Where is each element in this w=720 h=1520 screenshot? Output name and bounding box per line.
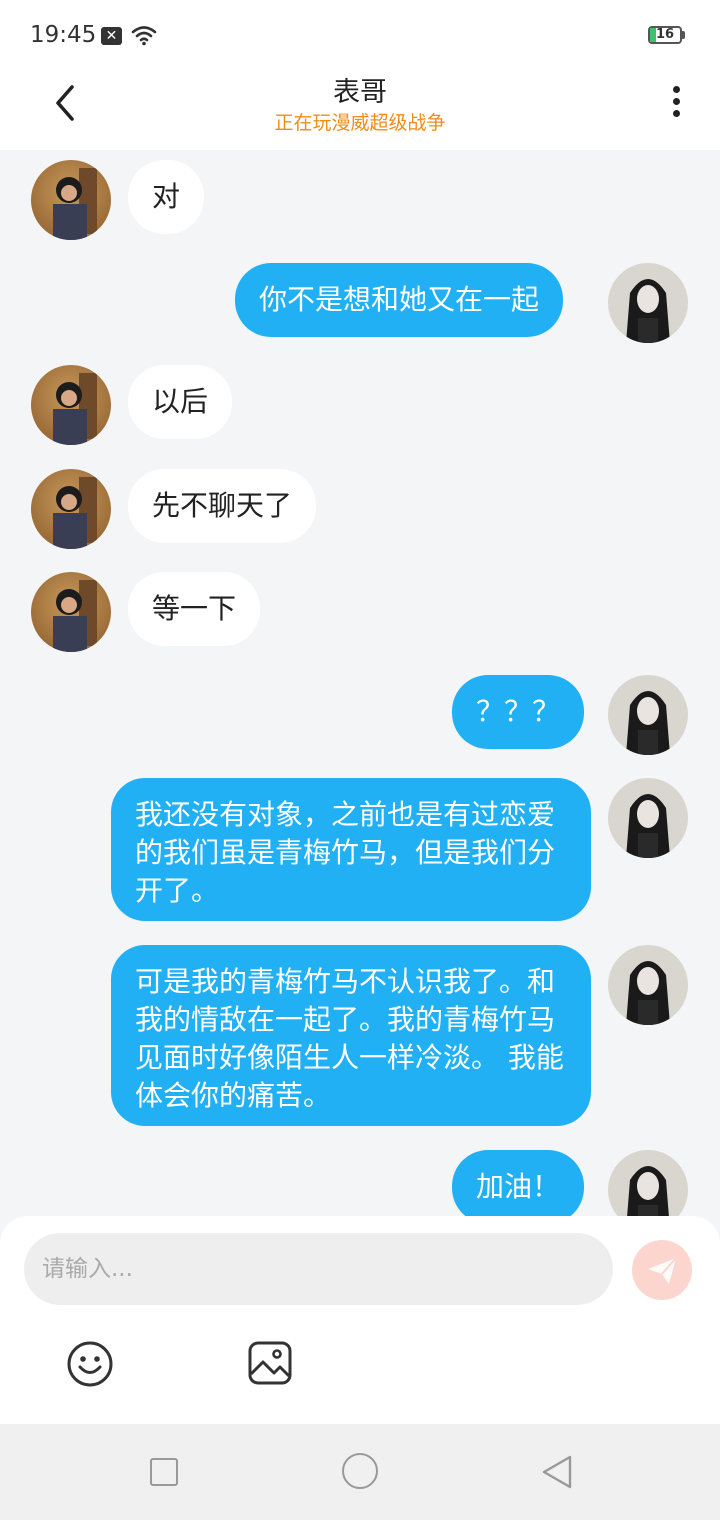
image-icon[interactable] — [247, 1340, 293, 1386]
home-button[interactable] — [342, 1453, 378, 1489]
emoji-icon[interactable] — [66, 1340, 114, 1388]
avatar-self[interactable] — [608, 778, 688, 858]
status-time: 19:45 — [30, 22, 97, 48]
battery-level: 16 — [655, 27, 675, 42]
more-dot — [672, 110, 680, 117]
message-bubble-outgoing[interactable]: 你不是想和她又在一起 — [235, 263, 564, 337]
message-bubble-outgoing[interactable]: ？？？ — [452, 675, 585, 749]
message-bubble-outgoing[interactable]: 加油！ — [452, 1150, 585, 1220]
recents-button[interactable] — [150, 1458, 178, 1486]
avatar-self[interactable] — [608, 945, 688, 1025]
system-nav-bar — [0, 1424, 720, 1520]
avatar-contact[interactable] — [31, 365, 111, 445]
status-bar: 19:45 ✕ 16 — [0, 0, 720, 70]
notification-icon: ✕ — [101, 27, 122, 45]
message-bubble-incoming[interactable]: 对 — [128, 160, 205, 234]
message-bubble-incoming[interactable]: 先不聊天了 — [128, 469, 317, 543]
chat-message-list[interactable]: 对 你不是想和她又在一起 以后 先不聊天了 等一下 ？？？ 我还没有对象，之前也… — [0, 150, 720, 1220]
more-vertical-icon[interactable] — [662, 82, 690, 122]
status-subtitle: 正在玩漫威超级战争 — [274, 112, 446, 134]
avatar-contact[interactable] — [31, 469, 111, 549]
composer: 请输入... — [0, 1216, 720, 1424]
message-bubble-outgoing[interactable]: 可是我的青梅竹马不认识我了。和我的情敌在一起了。我的青梅竹马见面时好像陌生人一样… — [111, 945, 591, 1126]
send-button[interactable] — [632, 1240, 692, 1300]
chat-header: 表哥 正在玩漫威超级战争 — [0, 70, 720, 150]
message-input[interactable]: 请输入... — [24, 1233, 613, 1305]
message-bubble-incoming[interactable]: 以后 — [128, 365, 233, 439]
avatar-contact[interactable] — [31, 160, 111, 240]
more-dot — [672, 86, 680, 93]
page-title: 表哥 — [333, 77, 387, 108]
battery-tip — [682, 31, 685, 39]
avatar-contact[interactable] — [31, 572, 111, 652]
avatar-self[interactable] — [608, 675, 688, 755]
avatar-self[interactable] — [608, 263, 688, 343]
message-bubble-incoming[interactable]: 等一下 — [128, 572, 261, 646]
battery-icon: 16 — [648, 26, 682, 44]
more-dot — [672, 98, 680, 105]
back-triangle-icon[interactable] — [540, 1454, 574, 1490]
send-icon — [648, 1257, 677, 1284]
wifi-icon — [131, 26, 157, 46]
avatar-self[interactable] — [608, 1150, 688, 1220]
message-bubble-outgoing[interactable]: 我还没有对象，之前也是有过恋爱的我们虽是青梅竹马，但是我们分开了。 — [111, 778, 591, 921]
